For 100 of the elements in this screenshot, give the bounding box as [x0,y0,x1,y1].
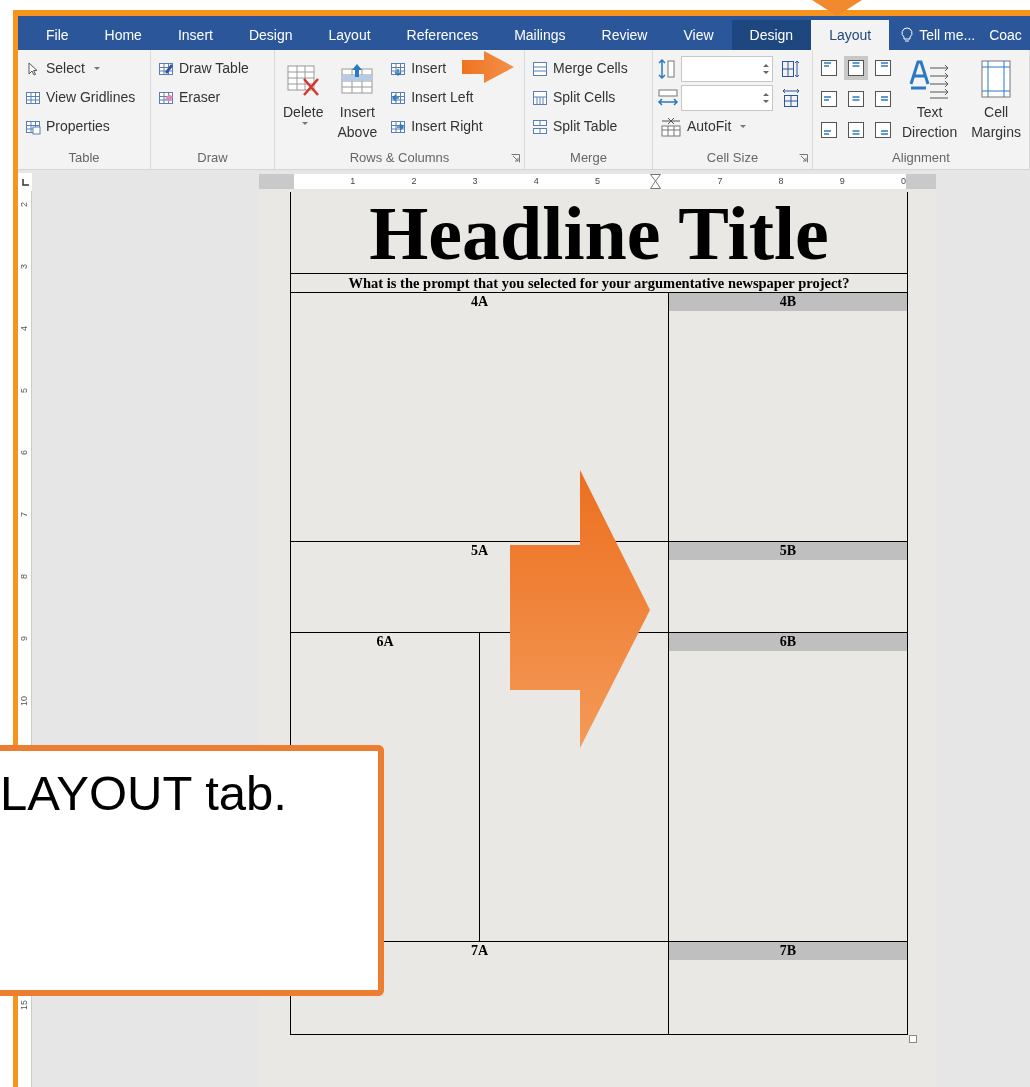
cell-label: 7B [669,942,907,960]
table-resize-handle[interactable] [909,1035,917,1043]
ruler-number: 8 [20,574,29,580]
dialog-launcher-icon[interactable] [511,154,520,163]
ruler-number: 8 [778,176,784,186]
ruler-number: 9 [20,636,29,642]
ribbon-tab[interactable]: Home [86,20,160,50]
cell-label: 5B [669,542,907,560]
ribbon-button[interactable]: Cell Margins [967,54,1025,146]
left-tab-icon [21,178,29,186]
headline-title: Headline Title [369,194,829,271]
pointer-arrow [462,51,514,83]
ribbon-tab[interactable]: Design [731,20,812,50]
ribbon-button[interactable]: Select [22,54,103,83]
align-button[interactable] [844,56,868,80]
table-grid-icon [25,89,41,106]
cell-label: 4B [669,293,907,311]
cell-label: 7A [469,942,490,960]
caret-icon [302,122,309,125]
cell-alignment-icon [820,121,838,139]
ribbon-button[interactable]: Insert Above [333,54,382,146]
ribbon-tab[interactable]: File [28,20,87,50]
tab-selector[interactable] [18,173,32,191]
ruler-number: 3 [472,176,478,186]
caret-icon [740,125,747,128]
ribbon-tab[interactable]: Layout [310,20,389,50]
ribbon-button[interactable]: Text Direction [897,54,962,146]
group-label: Draw [197,149,228,168]
tell-me-button[interactable]: Tell me... [889,20,976,50]
ruler-number: 5 [20,388,29,394]
ribbon-button[interactable]: View Gridlines [22,83,139,112]
ribbon-tab[interactable]: Design [230,20,311,50]
group-label: Merge [570,149,607,168]
ribbon-button[interactable]: Split Cells [529,83,619,112]
split-cells-icon [532,89,548,106]
pointer-arrow [812,0,862,16]
ribbon-button[interactable]: Insert Right [387,112,486,141]
delete-table-icon [286,63,321,97]
column-marker-icon[interactable] [650,174,662,189]
ribbon-tab[interactable]: Mailings [496,20,584,50]
distribute-columns-icon [781,87,801,108]
table-properties-icon [25,118,41,135]
cell-label: 6A [375,633,395,651]
ruler-number: 1 [350,176,356,186]
caret-icon [93,67,100,70]
ribbon-button[interactable]: Insert [387,54,450,83]
spin-field[interactable] [681,55,773,82]
group-label: Table [68,149,100,168]
cell-label: 5A [469,542,490,560]
cell-alignment-icon [873,121,892,139]
prompt-text: What is the prompt that you selected for your argumentative newspaper project? [348,275,850,291]
ribbon-button[interactable]: Merge Cells [529,54,631,83]
ruler-number: 15 [20,1000,29,1010]
ribbon-button[interactable]: Properties [22,112,113,141]
group-label: Cell Size [706,149,759,168]
split-table-icon [532,118,548,135]
ribbon-button[interactable]: Eraser [155,83,224,112]
insert-row-icon [390,60,407,77]
ribbon-tab[interactable]: Layout [811,20,890,50]
cell-label: 6B [669,633,907,651]
ribbon-button[interactable]: AutoFit [657,112,750,141]
group-label: Alignment [892,149,950,168]
ruler-number: 10 [20,696,29,706]
cell-alignment-icon [847,121,865,139]
ribbon-button[interactable]: Split Table [529,112,621,141]
ribbon-button[interactable]: Delete [279,54,328,146]
distribute-rows-icon [781,58,801,79]
ruler-number: 6 [20,450,29,456]
cell-alignment-icon [873,90,892,108]
callout-text: LAYOUT tab. [0,766,287,820]
eraser-icon [158,89,174,106]
ribbon-tab[interactable]: Review [583,20,666,50]
ruler-number: 9 [839,176,845,186]
ruler-number: 3 [20,264,29,270]
cell-alignment-icon [873,59,892,77]
ribbon-tab[interactable]: View [665,20,732,50]
cell-alignment-icon [820,90,838,108]
pencil-table-icon [158,60,174,77]
autofit-icon [660,115,682,138]
merge-cells-icon [532,60,548,77]
insert-column-icon [390,89,407,106]
ruler-number: 5 [595,176,600,186]
ribbon-tab[interactable]: References [388,20,497,50]
cell-alignment-icon [847,59,865,77]
ruler-number: 2 [411,176,417,186]
cell-alignment-icon [847,90,865,108]
group-label: Rows & Columns [349,149,450,168]
spin-field[interactable] [681,84,773,111]
ribbon-button[interactable]: Insert Left [387,83,477,112]
ruler-number: 4 [533,176,539,186]
ribbon-button[interactable]: Draw Table [155,54,252,83]
lightbulb-icon [901,27,914,43]
cell-alignment-icon [820,59,838,77]
dialog-launcher-icon[interactable] [799,154,808,163]
ruler-number: 7 [717,176,723,186]
ruler-number: 2 [20,202,29,208]
ribbon-tab[interactable]: Coac [975,20,1022,50]
ruler-number: 7 [20,512,29,518]
insert-above-icon [340,63,375,97]
ribbon-tab[interactable]: Insert [159,20,231,50]
